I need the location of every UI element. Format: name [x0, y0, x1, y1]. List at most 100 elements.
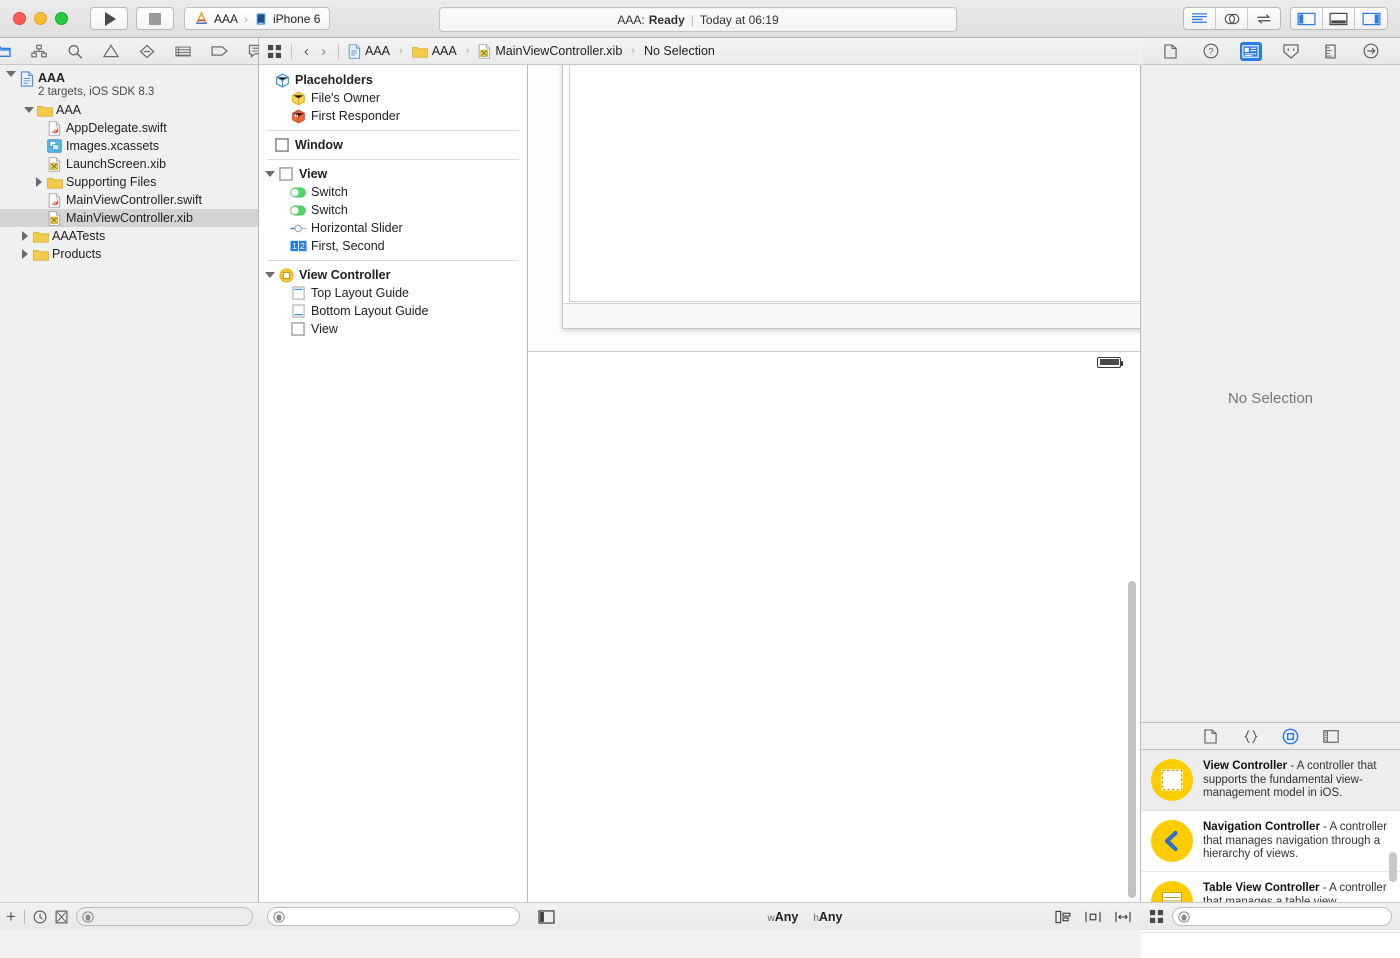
- quick-help-icon[interactable]: ?: [1200, 42, 1222, 61]
- recent-files-filter-icon[interactable]: [33, 910, 47, 924]
- pin-icon[interactable]: [1085, 910, 1101, 924]
- attributes-inspector-icon[interactable]: [1280, 42, 1302, 61]
- navigator-filter-input[interactable]: [97, 910, 247, 923]
- navigator-item-supporting-files[interactable]: Supporting Files: [0, 173, 258, 191]
- assistant-editor-button[interactable]: [1216, 8, 1248, 29]
- library-item-navigation-controller[interactable]: Navigation Controller - A controller tha…: [1141, 811, 1400, 872]
- folder-icon: [46, 176, 63, 189]
- navigator-item-aaatests[interactable]: AAATests: [0, 227, 258, 245]
- outline-item-first-responder[interactable]: First Responder: [259, 107, 527, 125]
- navigator-item-appdelegate[interactable]: AppDelegate.swift: [0, 119, 258, 137]
- view-toggles-segmented: [1290, 7, 1388, 30]
- forward-chevron-icon[interactable]: ›: [318, 43, 329, 60]
- toggle-document-outline-button[interactable]: [538, 909, 555, 924]
- outline-item-switch-2[interactable]: Switch: [259, 201, 527, 219]
- canvas-window-bottom-strip: [563, 303, 1140, 328]
- outline-item-segmented-control[interactable]: 1 2 First, Second: [259, 237, 527, 255]
- related-items-icon[interactable]: [267, 44, 282, 59]
- outline-filter-input[interactable]: [289, 910, 514, 923]
- twisty-down-icon[interactable]: [4, 71, 18, 77]
- activity-status-view: AAA: Ready | Today at 06:19: [439, 7, 957, 32]
- canvas-vertical-scrollbar[interactable]: [1128, 581, 1136, 898]
- outline-item-switch-1[interactable]: Switch: [259, 183, 527, 201]
- twisty-down-icon[interactable]: [263, 272, 277, 278]
- navigator-item-mainviewcontroller-swift[interactable]: MainViewController.swift: [0, 191, 258, 209]
- outline-item-view-controller[interactable]: View Controller: [259, 266, 527, 284]
- warning-icon[interactable]: [103, 42, 119, 60]
- media-library-icon[interactable]: [1321, 727, 1341, 746]
- run-button[interactable]: [90, 7, 128, 30]
- canvas-window-object[interactable]: [562, 65, 1140, 329]
- navigator-item-images-xcassets[interactable]: Images.xcassets: [0, 137, 258, 155]
- twisty-down-icon[interactable]: [263, 171, 277, 177]
- inspector-selector-bar: ?: [1141, 38, 1400, 65]
- code-snippet-library-icon[interactable]: [1241, 727, 1261, 746]
- navigator-item-products[interactable]: Products: [0, 245, 258, 263]
- library-scrollbar[interactable]: [1389, 852, 1397, 882]
- library-item-text: Navigation Controller - A controller tha…: [1203, 820, 1390, 862]
- outline-item-bottom-layout-guide[interactable]: Bottom Layout Guide: [259, 302, 527, 320]
- resolve-auto-layout-icon[interactable]: [1115, 910, 1131, 924]
- navigator-item-mainviewcontroller-xib[interactable]: MainViewController.xib: [0, 209, 258, 227]
- standard-editor-button[interactable]: [1184, 8, 1216, 29]
- align-icon[interactable]: [1055, 910, 1071, 924]
- twisty-down-icon[interactable]: [22, 107, 36, 113]
- outline-item-placeholders[interactable]: Placeholders: [259, 71, 527, 89]
- version-editor-button[interactable]: [1248, 8, 1280, 29]
- toggle-debug-area-button[interactable]: [1323, 8, 1355, 29]
- outline-filter-field[interactable]: [267, 907, 520, 926]
- breadcrumb-project[interactable]: AAA: [348, 43, 390, 59]
- outline-item-horizontal-slider[interactable]: Horizontal Slider: [259, 219, 527, 237]
- canvas-view-controller-scene[interactable]: [528, 351, 1140, 929]
- file-template-library-icon[interactable]: [1201, 727, 1221, 746]
- library-filter-input[interactable]: [1194, 910, 1386, 923]
- file-inspector-icon[interactable]: [1160, 42, 1182, 61]
- source-control-icon[interactable]: [31, 42, 47, 60]
- scheme-selector[interactable]: AAA › iPhone 6: [184, 7, 331, 30]
- toggle-utilities-button[interactable]: [1355, 8, 1387, 29]
- source-control-filter-icon[interactable]: [55, 910, 68, 924]
- navigator-item-aaa-group[interactable]: AAA: [0, 101, 258, 119]
- breadcrumb-folder[interactable]: AAA: [411, 44, 457, 58]
- twisty-right-icon[interactable]: [18, 249, 32, 259]
- connections-inspector-icon[interactable]: [1360, 42, 1382, 61]
- interface-builder-canvas[interactable]: [528, 65, 1141, 930]
- size-inspector-icon[interactable]: [1320, 42, 1342, 61]
- outline-item-vc-view[interactable]: View: [259, 320, 527, 338]
- add-button[interactable]: +: [6, 908, 16, 925]
- scheme-separator: ›: [244, 11, 249, 26]
- tag-icon[interactable]: [211, 42, 228, 60]
- size-class-w-value: Any: [774, 909, 799, 924]
- outline-item-view[interactable]: View: [259, 165, 527, 183]
- destination-name: iPhone 6: [273, 11, 321, 26]
- outline-item-window[interactable]: Window: [259, 136, 527, 154]
- toggle-navigator-button[interactable]: [1291, 8, 1323, 29]
- twisty-right-icon[interactable]: [18, 231, 32, 241]
- breakpoint-icon[interactable]: [139, 42, 155, 60]
- search-icon[interactable]: [67, 42, 83, 60]
- close-window-button[interactable]: [13, 12, 26, 25]
- library-item-view-controller[interactable]: View Controller - A controller that supp…: [1141, 750, 1400, 811]
- files-owner-icon: [289, 91, 307, 106]
- test-icon[interactable]: [175, 42, 191, 60]
- navigator-filter-field[interactable]: [75, 907, 253, 926]
- first-responder-icon: [289, 109, 307, 124]
- outline-item-files-owner[interactable]: File's Owner: [259, 89, 527, 107]
- size-class-indicator[interactable]: wAny hAny: [555, 910, 1055, 924]
- navigator-item-launchscreen-xib[interactable]: LaunchScreen.xib: [0, 155, 258, 173]
- canvas-window-content[interactable]: [569, 65, 1140, 302]
- project-root-row[interactable]: AAA 2 targets, iOS SDK 8.3: [0, 71, 258, 101]
- back-chevron-icon[interactable]: ‹: [301, 43, 312, 60]
- identity-inspector-icon[interactable]: [1239, 41, 1262, 61]
- zoom-window-button[interactable]: [55, 12, 68, 25]
- folder-icon[interactable]: [0, 42, 11, 60]
- minimize-window-button[interactable]: [34, 12, 47, 25]
- library-filter-field[interactable]: [1172, 907, 1392, 926]
- library-view-mode-icon[interactable]: [1149, 909, 1164, 924]
- outline-item-top-layout-guide[interactable]: Top Layout Guide: [259, 284, 527, 302]
- object-library-icon[interactable]: [1281, 727, 1301, 746]
- breadcrumb-file[interactable]: MainViewController.xib: [478, 43, 622, 59]
- breadcrumb-selection[interactable]: No Selection: [644, 44, 715, 58]
- twisty-right-icon[interactable]: [32, 177, 46, 187]
- stop-button[interactable]: [136, 7, 174, 30]
